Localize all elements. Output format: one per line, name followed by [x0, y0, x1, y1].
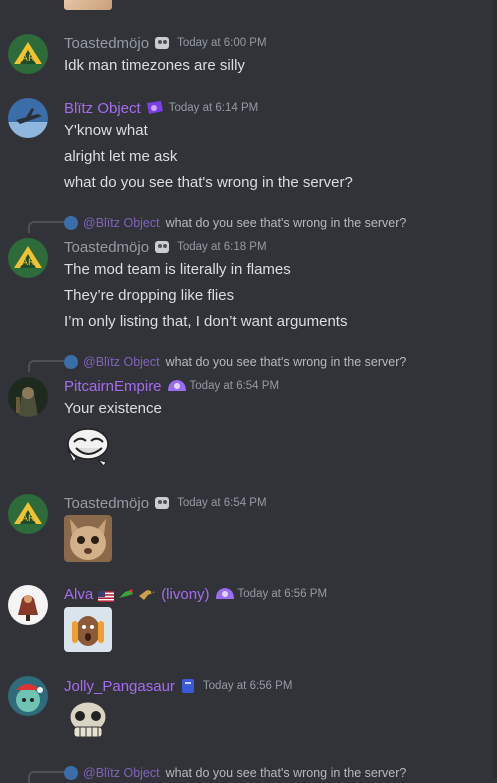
role-icon [166, 377, 186, 395]
reply-avatar [64, 216, 78, 230]
scrollbar-track[interactable] [493, 0, 497, 778]
username[interactable]: Alva [64, 586, 93, 603]
reply-spine [28, 360, 64, 372]
message-text: The mod team is literally in flames [64, 261, 291, 278]
skull-emoji[interactable] [64, 699, 112, 741]
reply-author[interactable]: @Blïtz Object [83, 216, 160, 230]
timestamp[interactable]: Today at 6:00 PM [177, 37, 267, 49]
reply-spine [28, 221, 64, 233]
avatar[interactable]: AR [8, 34, 48, 74]
reply-text[interactable]: what do you see that's wrong in the serv… [166, 216, 407, 230]
message-header: Jolly_Pangasaur Today at 6:56 PM [64, 675, 292, 697]
svg-text:AR: AR [22, 514, 34, 524]
reply-preview[interactable]: @Blïtz Object what do you see that's wro… [64, 353, 406, 371]
avatar[interactable] [8, 676, 48, 716]
us-flag-icon [98, 589, 115, 602]
message-text: Your existence [64, 400, 162, 417]
reply-avatar [64, 355, 78, 369]
timestamp[interactable]: Today at 6:54 PM [177, 497, 267, 509]
timestamp[interactable]: Today at 6:56 PM [203, 680, 293, 692]
role-icon [179, 677, 197, 695]
message-text: alright let me ask [64, 148, 178, 165]
lizard-emoji-icon [117, 586, 135, 602]
avatar[interactable] [8, 377, 48, 417]
timestamp[interactable]: Today at 6:56 PM [238, 588, 328, 600]
shocked-man-image[interactable] [64, 607, 112, 652]
eagle-emoji-icon [138, 586, 156, 602]
message-text: They’re dropping like flies [64, 287, 235, 304]
username[interactable]: Toastedmöjo [64, 495, 149, 512]
username[interactable]: Jolly_Pangasaur [64, 678, 175, 695]
message-header: Toastedmöjo Today at 6:54 PM [64, 492, 267, 514]
reply-spine [28, 771, 64, 783]
svg-text:AR: AR [22, 54, 34, 64]
role-icon [153, 494, 171, 512]
avatar[interactable] [8, 98, 48, 138]
avatar[interactable]: AR [8, 494, 48, 534]
username[interactable]: PitcairnEmpire [64, 378, 162, 395]
role-icon [145, 99, 163, 117]
role-icon [153, 238, 171, 256]
role-icon [153, 34, 171, 52]
message-text: Idk man timezones are silly [64, 57, 245, 74]
username-suffix[interactable]: (livony) [161, 586, 209, 603]
message-header: Toastedmöjo Today at 6:18 PM [64, 236, 267, 258]
timestamp[interactable]: Today at 6:18 PM [177, 241, 267, 253]
reply-text[interactable]: what do you see that's wrong in the serv… [166, 355, 407, 369]
username[interactable]: Toastedmöjo [64, 239, 149, 256]
reply-author[interactable]: @Blïtz Object [83, 355, 160, 369]
username[interactable]: Blïtz Object [64, 100, 141, 117]
reply-preview[interactable]: @Blïtz Object what do you see that's wro… [64, 214, 406, 232]
message-text: I’m only listing that, I don’t want argu… [64, 313, 348, 330]
message-text: what do you see that's wrong in the serv… [64, 174, 353, 191]
timestamp[interactable]: Today at 6:54 PM [190, 380, 280, 392]
trollface-emoji[interactable] [64, 424, 112, 468]
message-text: Y'know what [64, 122, 148, 139]
previous-attachment-image[interactable] [64, 0, 112, 10]
avatar[interactable] [8, 585, 48, 625]
username[interactable]: Toastedmöjo [64, 35, 149, 52]
role-icon [214, 585, 234, 603]
message-header: Alva (livony) Today at 6:56 PM [64, 583, 327, 605]
message-header: PitcairnEmpire Today at 6:54 PM [64, 375, 279, 397]
avatar[interactable]: AR [8, 238, 48, 278]
message-header: Toastedmöjo Today at 6:00 PM [64, 32, 267, 54]
svg-text:AR: AR [22, 258, 34, 268]
message-header: Blïtz Object Today at 6:14 PM [64, 97, 258, 119]
timestamp[interactable]: Today at 6:14 PM [169, 102, 259, 114]
reply-preview[interactable]: @Blïtz Object what do you see that's wro… [64, 764, 406, 782]
cat-image[interactable] [64, 515, 112, 562]
